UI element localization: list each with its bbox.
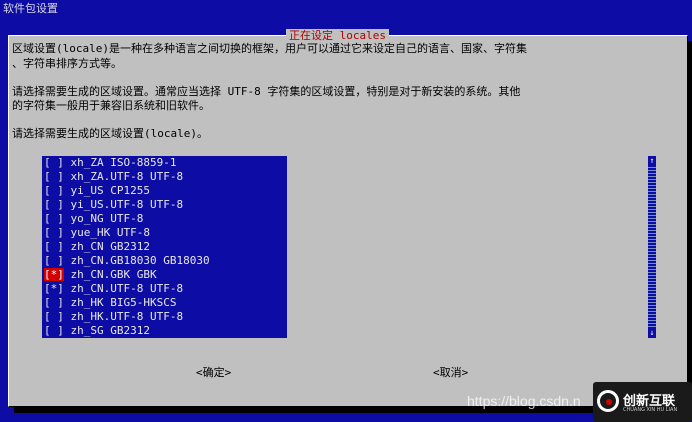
description-1-line2: 、字符串排序方式等。 — [12, 57, 122, 70]
locale-checkbox[interactable]: [ ] — [44, 184, 64, 197]
locale-checkbox[interactable]: [ ] — [44, 212, 64, 225]
locale-name: zh_SG GB2312 — [70, 324, 150, 337]
scroll-down-icon[interactable]: ↓ — [648, 328, 656, 338]
locale-checkbox[interactable]: [ ] — [44, 156, 64, 169]
dialog-title: 正在设定 locales — [286, 29, 389, 43]
scrollbar[interactable]: ↑ ↓ — [648, 156, 656, 338]
logo-circle-icon — [597, 390, 619, 412]
dialog-shadow-right — [688, 41, 692, 413]
locale-row[interactable]: [ ] zh_CN.GB18030 GB18030 — [42, 254, 287, 268]
ok-button[interactable]: <确定> — [196, 366, 231, 380]
locale-name: zh_HK BIG5-HKSCS — [70, 296, 177, 309]
description-1-line1: 区域设置(locale)是一种在多种语言之间切换的框架，用户可以通过它来设定自己… — [12, 42, 527, 55]
locale-name: yue_HK UTF-8 — [70, 226, 150, 239]
description-2-line1: 请选择需要生成的区域设置。通常应当选择 UTF-8 字符集的区域设置，特别是对于… — [12, 85, 521, 98]
locale-row[interactable]: [ ] zh_HK BIG5-HKSCS — [42, 296, 287, 310]
locale-checkbox[interactable]: [ ] — [44, 310, 64, 323]
locale-checkbox[interactable]: [ ] — [44, 198, 64, 211]
description-2-line2: 的字符集一般用于兼容旧系统和旧软件。 — [12, 99, 210, 112]
locale-row[interactable]: [ ] yi_US.UTF-8 UTF-8 — [42, 198, 287, 212]
locale-row[interactable]: [ ] zh_HK.UTF-8 UTF-8 — [42, 310, 287, 324]
dialog-shadow-bottom — [14, 407, 692, 413]
locale-row[interactable]: [ ] xh_ZA ISO-8859-1 — [42, 156, 287, 170]
window-title: 软件包设置 — [3, 2, 58, 15]
locale-checkbox[interactable]: [ ] — [44, 240, 64, 253]
locale-name: zh_CN.UTF-8 UTF-8 — [70, 282, 184, 295]
locale-checkbox[interactable]: [ ] — [44, 324, 64, 337]
locale-name: zh_CN.GBK GBK — [70, 268, 157, 281]
locale-checkbox[interactable]: [ ] — [44, 226, 64, 239]
cancel-button[interactable]: <取消> — [433, 366, 468, 380]
locale-checkbox[interactable]: [*] — [44, 268, 64, 281]
locale-name: xh_ZA.UTF-8 UTF-8 — [70, 170, 184, 183]
locale-list[interactable]: [ ] xh_ZA ISO-8859-1[ ] xh_ZA.UTF-8 UTF-… — [42, 156, 287, 338]
logo-subtext: CHUANG XIN HU LIAN — [623, 407, 678, 413]
locale-name: zh_CN GB2312 — [70, 240, 150, 253]
locale-name: zh_HK.UTF-8 UTF-8 — [70, 310, 184, 323]
locale-row[interactable]: [ ] xh_ZA.UTF-8 UTF-8 — [42, 170, 287, 184]
locale-row[interactable]: [*] zh_CN.GBK GBK — [42, 268, 287, 282]
watermark-url: https://blog.csdn.n — [467, 393, 581, 409]
locale-row[interactable]: [ ] yi_US CP1255 — [42, 184, 287, 198]
scroll-up-icon[interactable]: ↑ — [648, 156, 656, 166]
locale-row[interactable]: [ ] yue_HK UTF-8 — [42, 226, 287, 240]
locale-row[interactable]: [ ] zh_SG GB2312 — [42, 324, 287, 338]
locale-name: yo_NG UTF-8 — [70, 212, 144, 225]
locale-checkbox[interactable]: [ ] — [44, 170, 64, 183]
locale-checkbox[interactable]: [*] — [44, 282, 64, 295]
locale-name: yi_US.UTF-8 UTF-8 — [70, 198, 184, 211]
locale-name: xh_ZA ISO-8859-1 — [70, 156, 177, 169]
locale-row[interactable]: [*] zh_CN.UTF-8 UTF-8 — [42, 282, 287, 296]
locale-name: zh_CN.GB18030 GB18030 — [70, 254, 210, 267]
locale-name: yi_US CP1255 — [70, 184, 150, 197]
locale-row[interactable]: [ ] yo_NG UTF-8 — [42, 212, 287, 226]
locale-checkbox[interactable]: [ ] — [44, 296, 64, 309]
locale-row[interactable]: [ ] zh_CN GB2312 — [42, 240, 287, 254]
locale-checkbox[interactable]: [ ] — [44, 254, 64, 267]
watermark-logo: 创新互联 CHUANG XIN HU LIAN — [593, 382, 692, 422]
prompt: 请选择需要生成的区域设置(locale)。 — [12, 127, 208, 140]
